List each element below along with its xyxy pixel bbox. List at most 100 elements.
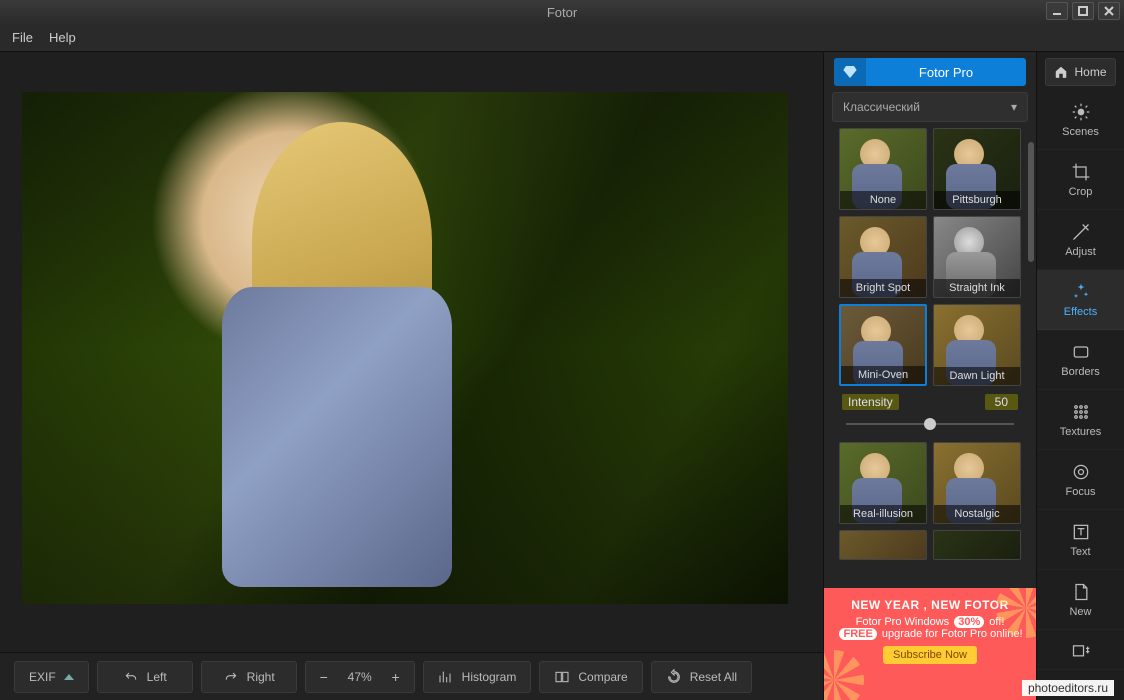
home-button[interactable]: Home [1045, 58, 1116, 86]
reset-icon [666, 669, 682, 685]
histogram-icon [438, 669, 454, 685]
window-minimize-button[interactable] [1046, 2, 1068, 20]
rotate-left-icon [123, 669, 139, 685]
promo-headline: NEW YEAR , NEW FOTOR [836, 598, 1024, 612]
intensity-row: Intensity 50 [830, 386, 1030, 412]
effect-thumb-none[interactable]: None [839, 128, 927, 210]
new-icon [1071, 582, 1091, 602]
diamond-icon [834, 58, 866, 86]
window-controls [1046, 2, 1120, 20]
effect-thumb-label: Real-illusion [840, 505, 926, 523]
scenes-icon [1071, 102, 1091, 122]
effects-panel: Fotor Pro Классический ▾ None Pittsburgh… [824, 52, 1036, 700]
effect-thumb-label: Nostalgic [934, 505, 1020, 523]
effect-thumb-mini-oven[interactable]: Mini-Oven [839, 304, 927, 386]
textures-icon [1071, 402, 1091, 422]
tool-label: New [1069, 606, 1091, 618]
focus-icon [1071, 462, 1091, 482]
tool-sidebar: Home Scenes Crop Adjust Effects Borders [1036, 52, 1124, 700]
zoom-out-icon[interactable]: − [320, 669, 328, 685]
tool-batch[interactable] [1037, 630, 1124, 670]
rotate-right-button[interactable]: Right [201, 661, 297, 693]
canvas-area: EXIF Left Right − 47% + Histogram [0, 52, 823, 700]
effect-thumb-dawn-light[interactable]: Dawn Light [933, 304, 1021, 386]
home-icon [1054, 65, 1068, 79]
tool-label: Crop [1069, 186, 1093, 198]
title-bar: Fotor [0, 0, 1124, 24]
promo-line-1: Fotor Pro Windows 30% off! [836, 616, 1024, 628]
discount-pill: 30% [954, 616, 984, 628]
intensity-slider[interactable] [846, 416, 1014, 432]
promo-line-2: FREE upgrade for Fotor Pro online! [836, 628, 1024, 640]
reset-all-button[interactable]: Reset All [651, 661, 752, 693]
crop-icon [1071, 162, 1091, 182]
watermark: photoeditors.ru [1022, 680, 1114, 696]
effect-thumb-straight-ink[interactable]: Straight Ink [933, 216, 1021, 298]
effect-thumb-partial[interactable] [933, 530, 1021, 560]
effect-thumb-real-illusion[interactable]: Real-illusion [839, 442, 927, 524]
menu-file[interactable]: File [12, 30, 33, 45]
effect-thumb-bright-spot[interactable]: Bright Spot [839, 216, 927, 298]
effect-thumb-pittsburgh[interactable]: Pittsburgh [933, 128, 1021, 210]
tool-label: Adjust [1065, 246, 1096, 258]
zoom-value: 47% [348, 670, 372, 684]
window-maximize-button[interactable] [1072, 2, 1094, 20]
histogram-button[interactable]: Histogram [423, 661, 532, 693]
effect-category-label: Классический [843, 100, 920, 114]
tool-label: Text [1070, 546, 1090, 558]
menu-help[interactable]: Help [49, 30, 76, 45]
effect-thumb-label: Mini-Oven [841, 366, 925, 384]
reset-all-label: Reset All [690, 670, 737, 684]
zoom-in-icon[interactable]: + [391, 669, 399, 685]
effect-thumb-label: Bright Spot [840, 279, 926, 297]
text-icon [1071, 522, 1091, 542]
tool-effects[interactable]: Effects [1037, 270, 1124, 330]
window-close-button[interactable] [1098, 2, 1120, 20]
exif-arrow-icon [64, 674, 74, 680]
window-title: Fotor [547, 5, 577, 20]
tool-borders[interactable]: Borders [1037, 330, 1124, 390]
tool-scenes[interactable]: Scenes [1037, 90, 1124, 150]
compare-label: Compare [578, 670, 627, 684]
rotate-right-label: Right [247, 670, 275, 684]
tool-crop[interactable]: Crop [1037, 150, 1124, 210]
tool-label: Textures [1060, 426, 1102, 438]
borders-icon [1071, 342, 1091, 362]
tool-label: Borders [1061, 366, 1100, 378]
promo-banner[interactable]: NEW YEAR , NEW FOTOR Fotor Pro Windows 3… [824, 588, 1036, 700]
photo-canvas[interactable] [22, 92, 788, 604]
effects-icon [1071, 282, 1091, 302]
rotate-left-button[interactable]: Left [97, 661, 193, 693]
canvas-holder [0, 52, 823, 652]
tool-new[interactable]: New [1037, 570, 1124, 630]
effect-thumb-label: None [840, 191, 926, 209]
batch-icon [1071, 640, 1091, 660]
slider-knob[interactable] [924, 418, 936, 430]
tool-textures[interactable]: Textures [1037, 390, 1124, 450]
rotate-right-icon [223, 669, 239, 685]
effect-thumb-label: Straight Ink [934, 279, 1020, 297]
compare-button[interactable]: Compare [539, 661, 642, 693]
tool-focus[interactable]: Focus [1037, 450, 1124, 510]
exif-button[interactable]: EXIF [14, 661, 89, 693]
tool-label: Scenes [1062, 126, 1099, 138]
effect-category-dropdown[interactable]: Классический ▾ [832, 92, 1028, 122]
menu-bar: File Help [0, 24, 1124, 52]
effect-thumb-nostalgic[interactable]: Nostalgic [933, 442, 1021, 524]
tool-adjust[interactable]: Adjust [1037, 210, 1124, 270]
subscribe-button[interactable]: Subscribe Now [883, 646, 977, 664]
upgrade-pro-button[interactable]: Fotor Pro [834, 58, 1026, 86]
effect-thumb-label: Pittsburgh [934, 191, 1020, 209]
tool-label: Focus [1066, 486, 1096, 498]
bottom-toolbar: EXIF Left Right − 47% + Histogram [0, 652, 823, 700]
adjust-icon [1071, 222, 1091, 242]
zoom-control[interactable]: − 47% + [305, 661, 415, 693]
free-pill: FREE [839, 628, 876, 640]
effect-thumb-partial[interactable] [839, 530, 927, 560]
exif-label: EXIF [29, 670, 56, 684]
chevron-down-icon: ▾ [1011, 100, 1017, 114]
home-label: Home [1074, 65, 1106, 79]
intensity-label: Intensity [842, 394, 899, 410]
effects-scrollbar[interactable] [1028, 142, 1034, 262]
tool-text[interactable]: Text [1037, 510, 1124, 570]
